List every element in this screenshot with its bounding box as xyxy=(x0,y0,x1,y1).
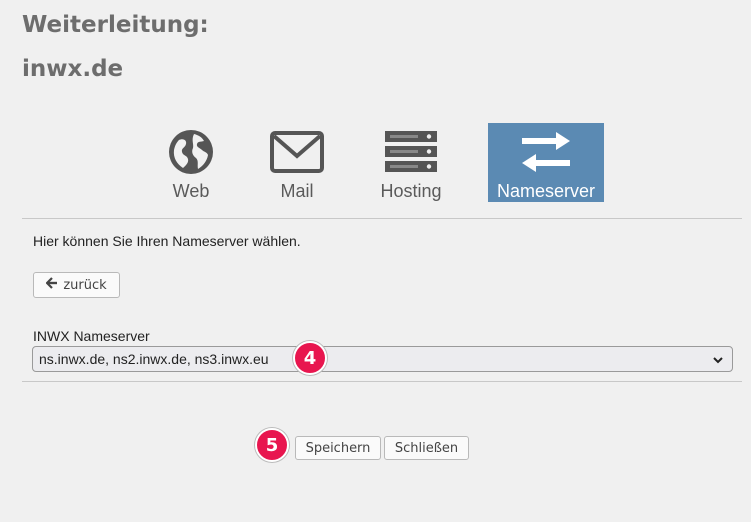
save-button[interactable]: Speichern xyxy=(295,436,381,460)
nameserver-select[interactable]: ns.inwx.de, ns2.inwx.de, ns3.inwx.eu xyxy=(32,346,733,372)
nameserver-selected-value: ns.inwx.de, ns2.inwx.de, ns3.inwx.eu xyxy=(39,351,269,367)
arrow-left-icon xyxy=(45,277,58,293)
divider xyxy=(22,381,742,382)
dialog-title: Weiterleitung: xyxy=(22,12,209,38)
exchange-arrows-icon xyxy=(518,127,574,177)
chevron-down-icon xyxy=(712,353,724,369)
tab-nameserver-label: Nameserver xyxy=(496,181,596,201)
step-badge: 5 xyxy=(255,428,289,462)
tab-hosting-label: Hosting xyxy=(380,181,442,201)
divider xyxy=(22,218,742,219)
close-button[interactable]: Schließen xyxy=(384,436,469,460)
tab-web[interactable]: Web xyxy=(157,123,225,202)
server-icon xyxy=(384,127,438,177)
back-button-label: zurück xyxy=(63,277,107,293)
info-text: Hier können Sie Ihren Nameserver wählen. xyxy=(33,233,301,249)
step-badge: 4 xyxy=(293,341,327,375)
back-button[interactable]: zurück xyxy=(33,272,120,298)
tab-nameserver[interactable]: Nameserver xyxy=(488,123,604,202)
envelope-icon xyxy=(270,127,324,177)
tab-web-label: Web xyxy=(172,181,210,201)
tab-hosting[interactable]: Hosting xyxy=(372,123,450,202)
tab-mail[interactable]: Mail xyxy=(263,123,331,202)
nameserver-label: INWX Nameserver xyxy=(33,328,150,344)
globe-icon xyxy=(167,127,215,177)
tab-mail-label: Mail xyxy=(280,181,314,201)
domain-name: inwx.de xyxy=(22,56,124,82)
